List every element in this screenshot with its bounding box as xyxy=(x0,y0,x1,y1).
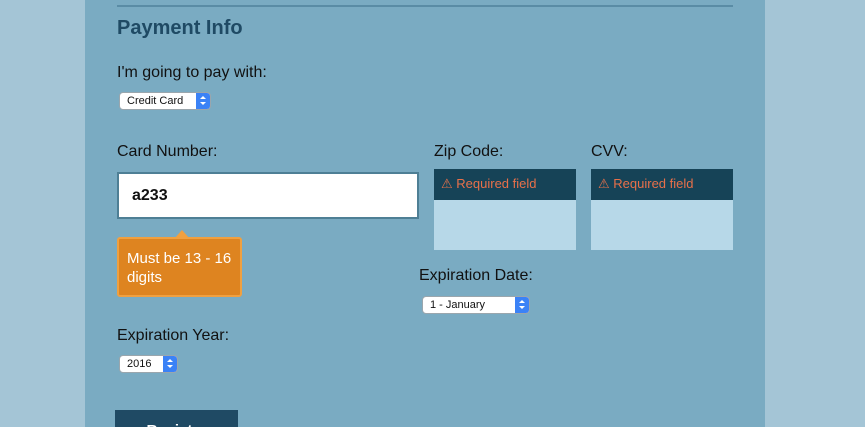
cvv-input[interactable]: ⚠ Required field xyxy=(591,169,733,250)
divider xyxy=(117,5,733,7)
cvv-error: ⚠ Required field xyxy=(591,169,733,200)
warning-icon: ⚠ xyxy=(598,176,610,191)
pay-with-label: I'm going to pay with: xyxy=(117,64,267,81)
expiration-year-value: 2016 xyxy=(127,358,152,370)
chevron-updown-icon xyxy=(163,356,177,372)
zip-code-error-text: Required field xyxy=(456,176,537,191)
register-button[interactable]: Register xyxy=(115,410,238,427)
expiration-year-label: Expiration Year: xyxy=(117,327,230,344)
payment-method-value: Credit Card xyxy=(127,95,184,107)
expiration-month-value: 1 - January xyxy=(430,299,486,311)
zip-code-label: Zip Code: xyxy=(434,143,504,160)
expiration-month-select[interactable]: 1 - January xyxy=(422,296,530,314)
chevron-updown-icon xyxy=(515,297,529,313)
zip-code-error: ⚠ Required field xyxy=(434,169,576,200)
cvv-error-text: Required field xyxy=(613,176,694,191)
card-number-input[interactable]: a233 xyxy=(117,172,419,219)
expiration-year-select[interactable]: 2016 xyxy=(119,355,178,373)
cvv-label: CVV: xyxy=(591,143,628,160)
warning-icon: ⚠ xyxy=(441,176,453,191)
zip-code-input[interactable]: ⚠ Required field xyxy=(434,169,576,250)
payment-method-select[interactable]: Credit Card xyxy=(119,92,211,110)
card-number-error-tooltip: Must be 13 - 16 digits xyxy=(117,230,242,297)
chevron-updown-icon xyxy=(196,93,210,109)
expiration-date-label: Expiration Date: xyxy=(419,267,533,284)
card-number-label: Card Number: xyxy=(117,143,218,160)
section-heading: Payment Info xyxy=(117,17,243,39)
